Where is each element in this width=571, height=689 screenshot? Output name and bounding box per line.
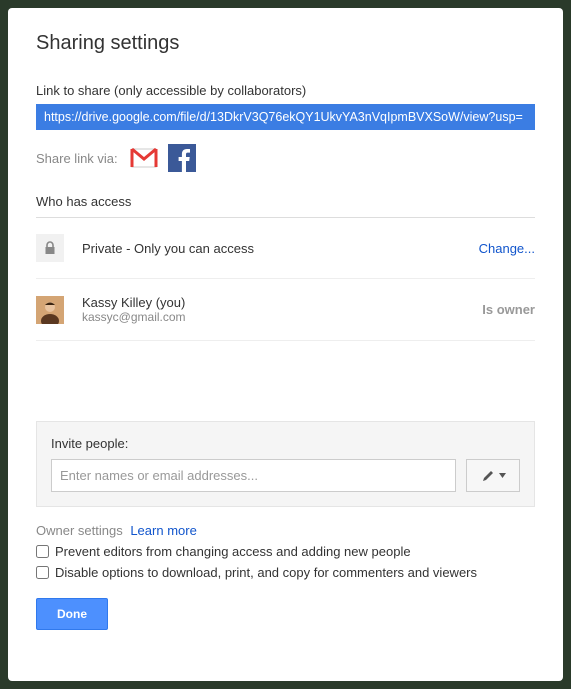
invite-panel: Invite people: bbox=[36, 421, 535, 507]
permission-dropdown[interactable] bbox=[466, 459, 520, 492]
gmail-icon[interactable] bbox=[130, 144, 158, 172]
privacy-text: Private - Only you can access bbox=[82, 241, 479, 256]
owner-settings: Owner settings Learn more Prevent editor… bbox=[36, 523, 535, 580]
share-via-label: Share link via: bbox=[36, 151, 118, 166]
prevent-editors-label: Prevent editors from changing access and… bbox=[55, 544, 411, 559]
owner-settings-heading: Owner settings bbox=[36, 523, 123, 538]
disable-download-label: Disable options to download, print, and … bbox=[55, 565, 477, 580]
done-button[interactable]: Done bbox=[36, 598, 108, 630]
invite-label: Invite people: bbox=[51, 436, 520, 451]
person-info: Kassy Killey (you) kassyc@gmail.com bbox=[82, 295, 482, 324]
privacy-row: Private - Only you can access Change... bbox=[36, 218, 535, 279]
share-via-row: Share link via: bbox=[36, 144, 535, 172]
person-name: Kassy Killey (you) bbox=[82, 295, 482, 310]
share-link-input[interactable] bbox=[36, 104, 535, 130]
person-email: kassyc@gmail.com bbox=[82, 310, 482, 324]
learn-more-link[interactable]: Learn more bbox=[130, 523, 196, 538]
prevent-editors-checkbox[interactable] bbox=[36, 545, 49, 558]
owner-role: Is owner bbox=[482, 302, 535, 317]
dialog-title: Sharing settings bbox=[36, 32, 535, 55]
sharing-dialog: Sharing settings Link to share (only acc… bbox=[8, 8, 563, 681]
link-label: Link to share (only accessible by collab… bbox=[36, 83, 535, 98]
avatar bbox=[36, 296, 64, 324]
change-link[interactable]: Change... bbox=[479, 241, 535, 256]
lock-icon bbox=[36, 234, 64, 262]
who-has-access-heading: Who has access bbox=[36, 194, 535, 218]
invite-input[interactable] bbox=[51, 459, 456, 492]
disable-download-checkbox[interactable] bbox=[36, 566, 49, 579]
person-row: Kassy Killey (you) kassyc@gmail.com Is o… bbox=[36, 279, 535, 341]
pencil-icon bbox=[481, 469, 495, 483]
facebook-icon[interactable] bbox=[168, 144, 196, 172]
chevron-down-icon bbox=[499, 473, 506, 478]
